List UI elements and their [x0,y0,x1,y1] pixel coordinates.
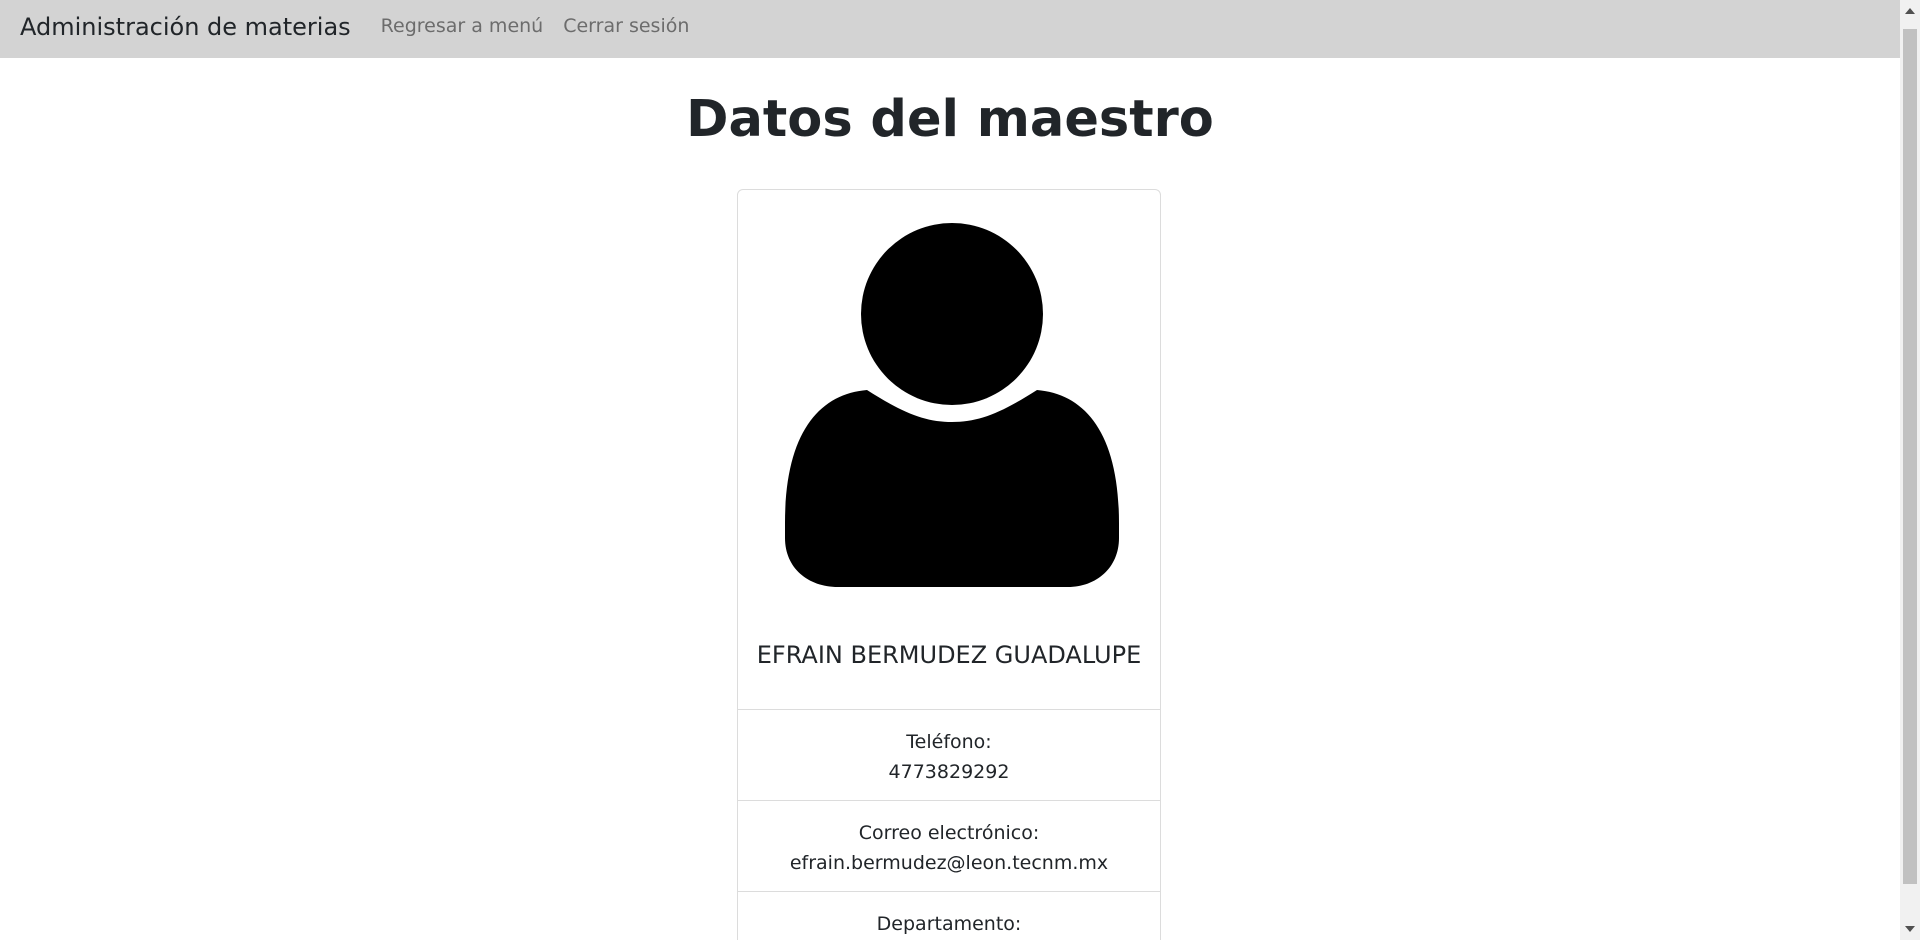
department-label: Departamento: [876,913,1022,935]
teacher-card: EFRAIN BERMUDEZ GUADALUPE Teléfono: 4773… [737,189,1161,940]
list-item-email: Correo electrónico: efrain.bermudez@leon… [738,800,1160,891]
back-to-menu-link[interactable]: Regresar a menú [381,15,544,37]
navbar-brand[interactable]: Administración de materias [20,13,351,41]
page-title: Datos del maestro [686,90,1214,149]
scrollbar-thumb[interactable] [1903,29,1917,884]
list-item-phone: Teléfono: 4773829292 [738,709,1160,800]
email-value: efrain.bermudez@leon.tecnm.mx [789,852,1109,874]
top-navbar: Administración de materias Regresar a me… [0,0,1900,58]
vertical-scrollbar[interactable] [1900,0,1920,940]
page-viewport: Administración de materias Regresar a me… [0,0,1900,940]
scroll-up-arrow-icon[interactable] [1905,8,1915,14]
teacher-name: EFRAIN BERMUDEZ GUADALUPE [756,641,1142,669]
scroll-down-arrow-icon[interactable] [1905,926,1915,932]
list-item-department: Departamento: [738,891,1160,940]
user-silhouette-icon [785,223,1119,587]
logout-link[interactable]: Cerrar sesión [563,15,689,37]
phone-label: Teléfono: [906,731,992,753]
phone-value: 4773829292 [888,761,1010,783]
email-label: Correo electrónico: [858,822,1040,844]
